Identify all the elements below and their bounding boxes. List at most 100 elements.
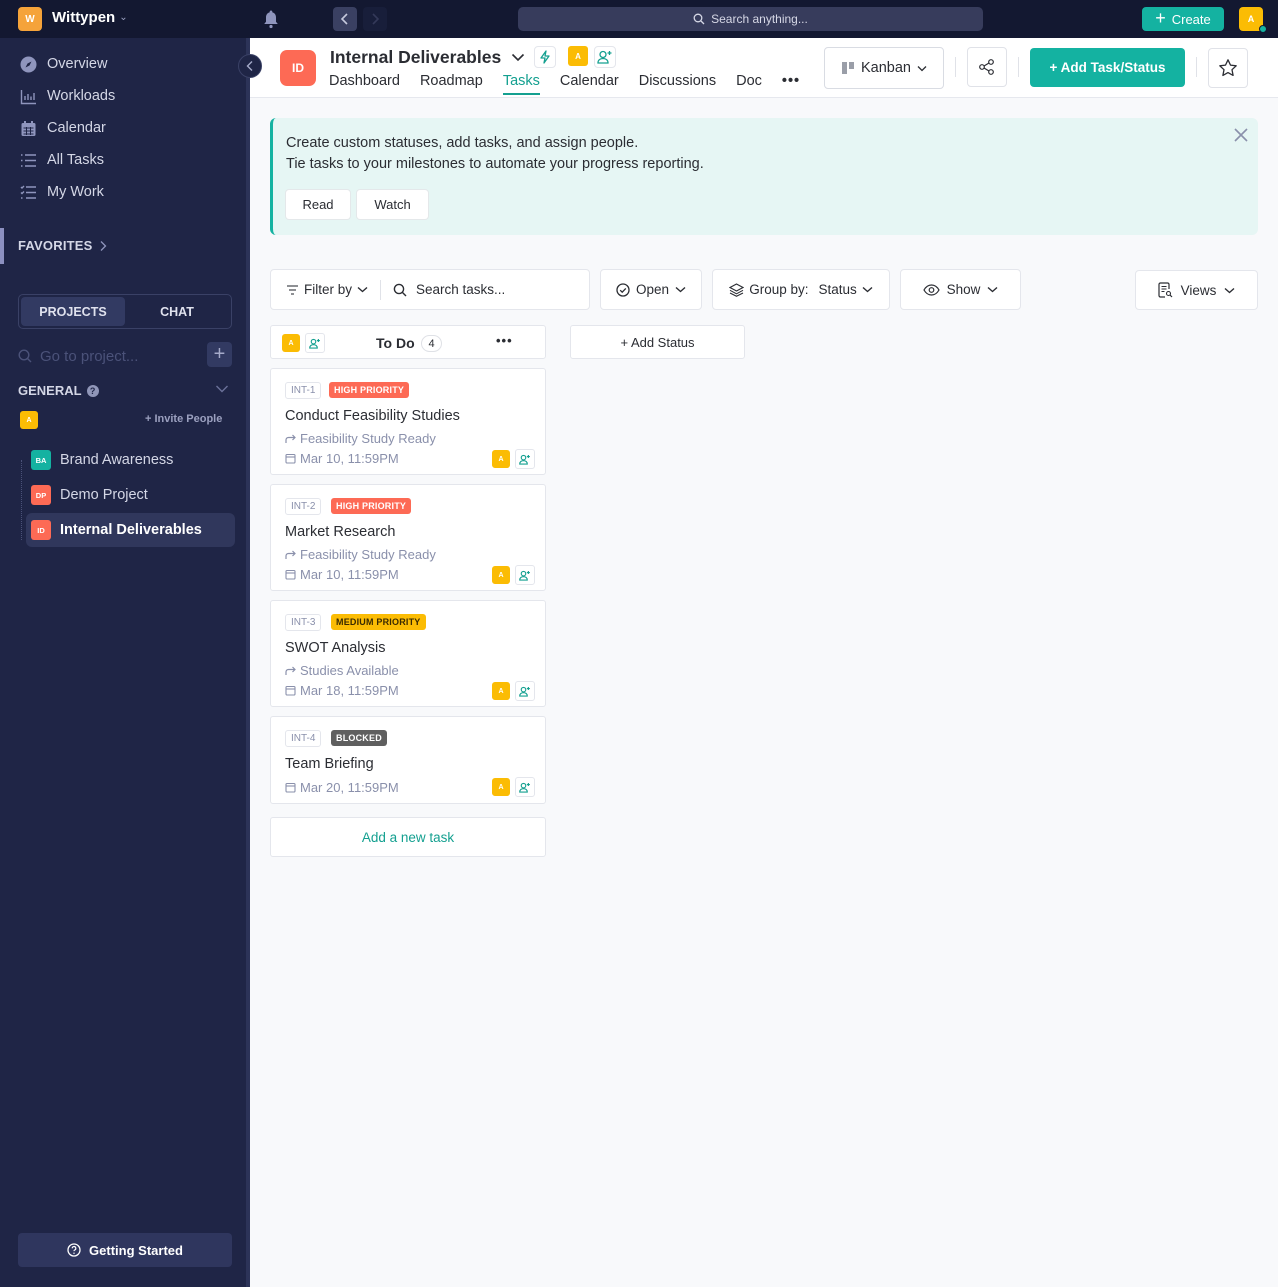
status-badge: BLOCKED	[331, 730, 387, 746]
sidebar	[0, 38, 246, 1287]
task-assignee-avatar[interactable]: A	[492, 450, 510, 468]
tab-projects[interactable]: PROJECTS	[21, 297, 125, 326]
task-add-assignee-button[interactable]	[515, 777, 535, 797]
task-milestone[interactable]: Feasibility Study Ready	[285, 547, 436, 562]
invite-people-link[interactable]: + Invite People	[145, 413, 222, 425]
member-avatar[interactable]: A	[568, 46, 588, 66]
sidebar-item-all-tasks[interactable]: All Tasks	[20, 149, 104, 171]
task-title: SWOT Analysis	[285, 640, 386, 656]
task-add-assignee-button[interactable]	[515, 565, 535, 585]
sidebar-item-workloads[interactable]: Workloads	[20, 85, 115, 107]
automation-button[interactable]	[534, 46, 556, 68]
add-project-button[interactable]: +	[207, 342, 232, 367]
help-icon[interactable]: ?	[86, 384, 99, 397]
bell-icon[interactable]	[262, 9, 280, 29]
workspace-switcher[interactable]: Wittypen ⌄	[52, 9, 128, 26]
task-due-date[interactable]: Mar 18, 11:59PM	[285, 683, 399, 698]
project-search-input[interactable]: Go to project...	[18, 344, 232, 368]
sidebar-item-overview[interactable]: Overview	[20, 53, 107, 75]
divider	[1018, 57, 1019, 77]
add-new-task-button[interactable]: Add a new task	[270, 817, 546, 857]
check-circle-icon	[616, 282, 630, 297]
task-card[interactable]: INT-1 HIGH PRIORITY Conduct Feasibility …	[270, 368, 546, 475]
project-title-switcher[interactable]: Internal Deliverables	[330, 47, 525, 68]
view-switcher[interactable]: Kanban	[824, 47, 944, 89]
column-task-count: 4	[421, 335, 442, 352]
tree-line	[21, 460, 22, 540]
watch-button[interactable]: Watch	[357, 190, 428, 219]
task-milestone[interactable]: Studies Available	[285, 663, 399, 678]
task-assignee-avatar[interactable]: A	[492, 778, 510, 796]
back-button[interactable]	[333, 7, 357, 31]
sidebar-item-my-work[interactable]: My Work	[20, 181, 104, 203]
add-status-button[interactable]: + Add Status	[570, 325, 745, 359]
task-title: Conduct Feasibility Studies	[285, 408, 460, 424]
group-general-header[interactable]: GENERAL ?	[18, 383, 99, 398]
task-assignee-avatar[interactable]: A	[492, 682, 510, 700]
banner-text-line-1: Create custom statuses, add tasks, and a…	[286, 135, 639, 151]
column-more-button[interactable]: •••	[496, 333, 513, 348]
tab-calendar[interactable]: Calendar	[560, 73, 619, 95]
task-due-date[interactable]: Mar 10, 11:59PM	[285, 567, 399, 582]
tab-roadmap[interactable]: Roadmap	[420, 73, 483, 95]
task-add-assignee-button[interactable]	[515, 681, 535, 701]
add-task-status-button[interactable]: + Add Task/Status	[1030, 48, 1185, 87]
filter-by-dropdown[interactable]: Filter by	[271, 270, 368, 309]
project-item-internal-deliverables[interactable]: ID Internal Deliverables	[26, 513, 235, 547]
tab-tasks[interactable]: Tasks	[502, 73, 540, 95]
more-tabs-button[interactable]: •••	[782, 73, 800, 95]
column-header-to-do: A To Do 4 •••	[270, 325, 546, 359]
sidebar-divider[interactable]	[246, 38, 250, 1287]
task-due-date[interactable]: Mar 20, 11:59PM	[285, 780, 399, 795]
tab-chat[interactable]: CHAT	[125, 297, 229, 326]
task-search-input[interactable]: Search tasks...	[393, 270, 589, 309]
search-icon	[693, 13, 705, 25]
project-item-brand-awareness[interactable]: BA Brand Awareness	[26, 443, 235, 477]
chevron-left-icon	[340, 13, 348, 25]
favorites-toggle[interactable]: FAVORITES	[18, 238, 107, 253]
workspace-logo[interactable]: W	[18, 7, 42, 31]
add-member-button[interactable]	[594, 46, 616, 68]
column-assignee-avatar[interactable]: A	[282, 334, 300, 352]
tab-dashboard[interactable]: Dashboard	[329, 73, 400, 95]
read-button[interactable]: Read	[286, 190, 350, 219]
favorite-button[interactable]	[1208, 48, 1248, 88]
chevron-down-icon	[987, 286, 998, 293]
global-search-input[interactable]: Search anything...	[518, 7, 983, 31]
task-card[interactable]: INT-2 HIGH PRIORITY Market Research Feas…	[270, 484, 546, 591]
getting-started-button[interactable]: Getting Started	[18, 1233, 232, 1267]
collapse-sidebar-button[interactable]	[238, 54, 262, 78]
bar-chart-icon	[20, 89, 36, 104]
tab-doc[interactable]: Doc	[736, 73, 762, 95]
forward-button[interactable]	[363, 7, 387, 31]
sidebar-item-calendar[interactable]: Calendar	[20, 117, 106, 139]
task-card[interactable]: INT-4 BLOCKED Team Briefing Mar 20, 11:5…	[270, 716, 546, 804]
milestone-arrow-icon	[285, 550, 296, 559]
group-by-dropdown[interactable]: Group by: Status	[712, 269, 890, 310]
add-user-icon	[309, 338, 320, 349]
add-user-icon	[519, 570, 530, 581]
eye-icon	[922, 283, 940, 296]
task-card[interactable]: INT-3 MEDIUM PRIORITY SWOT Analysis Stud…	[270, 600, 546, 707]
share-icon	[979, 59, 994, 75]
chevron-down-icon: ⌄	[119, 12, 128, 23]
column-add-assignee-button[interactable]	[305, 333, 325, 353]
create-button[interactable]: + Create	[1142, 7, 1224, 31]
close-icon[interactable]	[1233, 127, 1249, 143]
task-assignee-avatar[interactable]: A	[492, 566, 510, 584]
divider	[380, 279, 382, 300]
views-dropdown[interactable]: Views	[1135, 270, 1258, 310]
tab-discussions[interactable]: Discussions	[639, 73, 716, 95]
document-search-icon	[1158, 282, 1173, 298]
share-button[interactable]	[967, 47, 1007, 87]
show-dropdown[interactable]: Show	[900, 269, 1021, 310]
project-item-demo-project[interactable]: DP Demo Project	[26, 478, 235, 512]
team-member-avatar[interactable]: A	[20, 411, 38, 429]
task-add-assignee-button[interactable]	[515, 449, 535, 469]
task-due-date[interactable]: Mar 10, 11:59PM	[285, 451, 399, 466]
chevron-down-icon	[357, 286, 368, 293]
chevron-down-icon[interactable]	[215, 384, 229, 394]
status-filter-dropdown[interactable]: Open	[600, 269, 702, 310]
task-milestone[interactable]: Feasibility Study Ready	[285, 431, 436, 446]
project-badge: ID	[31, 520, 51, 540]
